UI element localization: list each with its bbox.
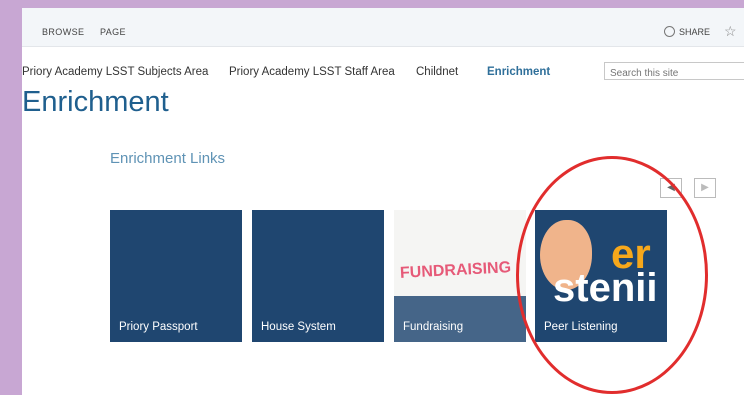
- search-box: [604, 62, 744, 82]
- nav-childnet[interactable]: Childnet: [416, 66, 458, 78]
- tab-page[interactable]: PAGE: [100, 27, 126, 37]
- ribbon-bar: BROWSE PAGE SHARE ☆: [22, 8, 744, 47]
- fundraising-art-text: FUNDRAISING: [399, 259, 512, 282]
- nav-enrichment[interactable]: Enrichment: [487, 66, 550, 78]
- tile-priory-passport[interactable]: Priory Passport: [110, 210, 242, 342]
- tile-label: Fundraising: [403, 321, 464, 333]
- tile-house-system[interactable]: House System: [252, 210, 384, 342]
- share-icon: [664, 26, 675, 37]
- section-title: Enrichment Links: [110, 150, 226, 167]
- tile-overlay: [394, 296, 526, 342]
- tile-label: Priory Passport: [119, 321, 198, 333]
- share-button[interactable]: SHARE: [664, 26, 710, 37]
- sharepoint-page: BROWSE PAGE SHARE ☆ Priory Academy LSST …: [22, 8, 744, 395]
- nav-staff-area[interactable]: Priory Academy LSST Staff Area: [229, 66, 395, 78]
- highlight-circle: [516, 156, 708, 394]
- page-title: Enrichment: [22, 86, 169, 118]
- search-input[interactable]: [605, 65, 744, 82]
- chevron-right-icon[interactable]: ▶: [694, 178, 716, 198]
- star-icon[interactable]: ☆: [724, 23, 737, 40]
- tile-fundraising[interactable]: FUNDRAISING Fundraising: [394, 210, 526, 342]
- tile-label: House System: [261, 321, 336, 333]
- tab-browse[interactable]: BROWSE: [42, 27, 84, 37]
- share-label: SHARE: [679, 26, 711, 37]
- nav-subjects-area[interactable]: Priory Academy LSST Subjects Area: [22, 66, 208, 78]
